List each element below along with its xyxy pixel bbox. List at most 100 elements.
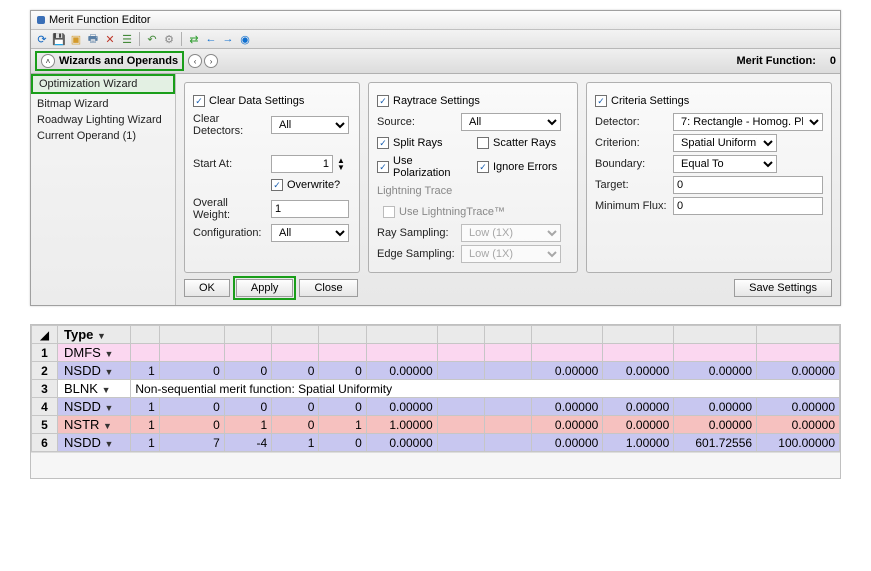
apply-button[interactable]: Apply [236,279,294,297]
close-button[interactable]: Close [299,279,357,297]
data-cell[interactable]: 0 [319,362,366,380]
criteria-settings-checkbox[interactable]: ✓ Criteria Settings [595,92,823,110]
data-cell[interactable] [532,344,603,362]
data-cell[interactable]: 0 [272,416,319,434]
data-cell[interactable] [437,398,484,416]
data-cell[interactable]: 0.00000 [603,398,674,416]
data-cell[interactable]: 0.00000 [757,398,840,416]
row-number[interactable]: 5 [32,416,58,434]
criterion-select[interactable]: Spatial Uniformity [673,134,777,152]
data-cell[interactable]: 0 [224,398,271,416]
data-cell[interactable] [485,398,532,416]
data-cell[interactable]: 0 [224,362,271,380]
target-icon[interactable]: ◉ [238,32,252,46]
data-cell[interactable]: 0.00000 [532,362,603,380]
clear-data-settings-checkbox[interactable]: ✓ Clear Data Settings [193,92,351,110]
ok-button[interactable]: OK [184,279,230,297]
data-cell[interactable]: 1 [131,416,159,434]
data-cell[interactable]: 0 [159,398,224,416]
table-row[interactable]: 4NSDD ▼100000.000000.000000.000000.00000… [32,398,840,416]
data-cell[interactable]: 0.00000 [532,398,603,416]
data-cell[interactable]: 1 [131,434,159,452]
minimum-flux-input[interactable] [673,197,823,215]
data-cell[interactable]: 0.00000 [674,398,757,416]
data-cell[interactable]: 0 [272,398,319,416]
data-cell[interactable] [272,344,319,362]
description-cell[interactable]: Non-sequential merit function: Spatial U… [131,380,840,398]
undo-icon[interactable]: ↶ [145,32,159,46]
data-cell[interactable]: 0.00000 [366,362,437,380]
type-cell[interactable]: NSDD ▼ [58,434,131,452]
data-cell[interactable]: 0.00000 [366,398,437,416]
use-polarization-checkbox[interactable]: ✓ Use Polarization [377,155,473,179]
data-cell[interactable]: 0.00000 [757,362,840,380]
scatter-rays-checkbox[interactable]: Scatter Rays [477,137,556,149]
data-cell[interactable]: 0 [159,362,224,380]
next-button[interactable]: › [204,54,218,68]
table-row[interactable]: 5NSTR ▼101011.000000.000000.000000.00000… [32,416,840,434]
data-cell[interactable] [674,344,757,362]
data-cell[interactable]: 0.00000 [532,416,603,434]
delete-icon[interactable]: ✕ [103,32,117,46]
overwrite-checkbox[interactable]: ✓ Overwrite? [271,179,340,191]
row-number[interactable]: 6 [32,434,58,452]
row-number[interactable]: 3 [32,380,58,398]
data-cell[interactable]: 0 [159,416,224,434]
data-cell[interactable]: 7 [159,434,224,452]
print-icon[interactable]: 🖶 [86,32,100,46]
save-settings-button[interactable]: Save Settings [734,279,832,297]
data-cell[interactable] [485,434,532,452]
data-cell[interactable] [224,344,271,362]
data-cell[interactable] [437,416,484,434]
start-at-input[interactable] [271,155,333,173]
arrow-left-icon[interactable]: ← [204,32,218,46]
table-row[interactable]: 6NSDD ▼17-4100.000000.000001.00000601.72… [32,434,840,452]
data-cell[interactable]: 0.00000 [674,416,757,434]
arrow-right-icon[interactable]: → [221,32,235,46]
data-cell[interactable]: 1.00000 [603,434,674,452]
table-row[interactable]: 2NSDD ▼100000.000000.000000.000000.00000… [32,362,840,380]
data-cell[interactable]: 601.72556 [674,434,757,452]
ignore-errors-checkbox[interactable]: ✓ Ignore Errors [477,161,557,173]
sidebar-item-current-operand[interactable]: Current Operand (1) [31,128,175,144]
overall-weight-input[interactable] [271,200,349,218]
type-cell[interactable]: BLNK ▼ [58,380,131,398]
row-number[interactable]: 1 [32,344,58,362]
row-number[interactable]: 4 [32,398,58,416]
data-cell[interactable] [319,344,366,362]
data-cell[interactable] [437,434,484,452]
data-cell[interactable]: 0.00000 [603,362,674,380]
data-cell[interactable]: 100.00000 [757,434,840,452]
data-cell[interactable]: 1 [131,398,159,416]
data-cell[interactable]: 1 [272,434,319,452]
type-header[interactable]: Type ▼ [58,326,131,344]
type-cell[interactable]: DMFS ▼ [58,344,131,362]
data-cell[interactable] [485,362,532,380]
data-cell[interactable] [437,344,484,362]
data-cell[interactable]: 0.00000 [366,434,437,452]
type-cell[interactable]: NSDD ▼ [58,362,131,380]
data-cell[interactable]: 0 [319,398,366,416]
update-icon[interactable]: ⟳ [35,32,49,46]
data-cell[interactable]: 0.00000 [757,416,840,434]
corner-cell[interactable]: ◢ [32,326,58,344]
prev-button[interactable]: ‹ [188,54,202,68]
settings-icon[interactable]: ⚙ [162,32,176,46]
clear-detectors-select[interactable]: All [271,116,349,134]
raytrace-settings-checkbox[interactable]: ✓ Raytrace Settings [377,92,569,110]
chart-icon[interactable]: ☰ [120,32,134,46]
data-cell[interactable]: 1 [319,416,366,434]
data-cell[interactable]: 0.00000 [674,362,757,380]
data-cell[interactable] [131,344,159,362]
save-icon[interactable]: 💾 [52,32,66,46]
data-cell[interactable] [159,344,224,362]
configuration-select[interactable]: All [271,224,349,242]
source-select[interactable]: All [461,113,561,131]
data-cell[interactable]: 1.00000 [366,416,437,434]
boundary-select[interactable]: Equal To [673,155,777,173]
collapse-icon[interactable]: ˄ [41,54,55,68]
data-cell[interactable] [485,416,532,434]
data-cell[interactable] [366,344,437,362]
sidebar-item-roadway-lighting-wizard[interactable]: Roadway Lighting Wizard [31,112,175,128]
target-input[interactable] [673,176,823,194]
